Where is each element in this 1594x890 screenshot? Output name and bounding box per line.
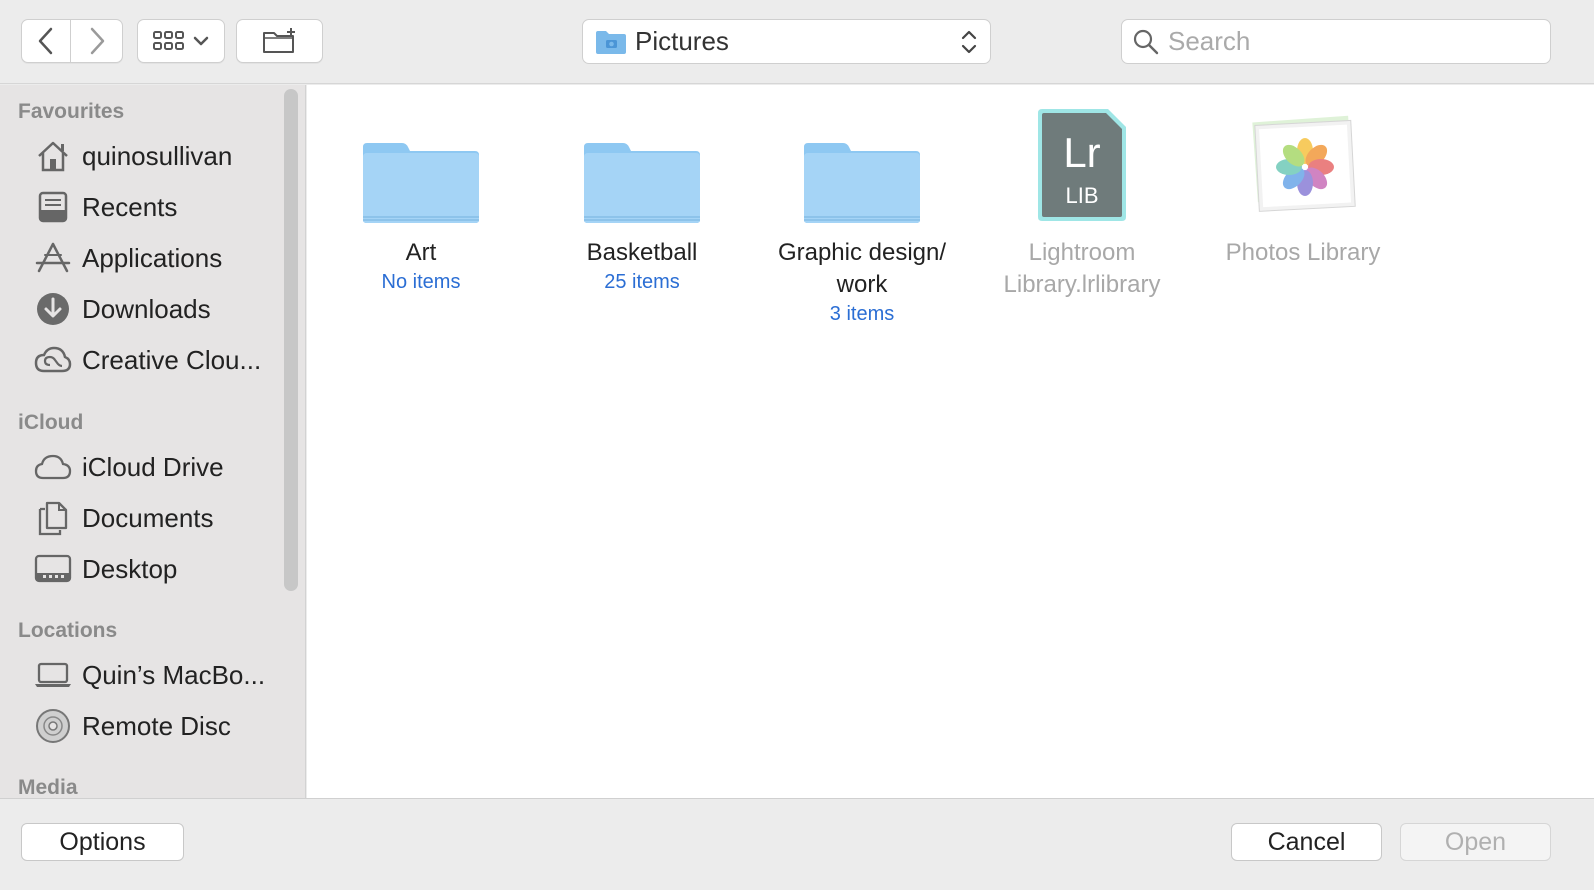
sidebar-item-documents[interactable]: Documents <box>30 496 280 540</box>
folder-icon <box>762 95 962 225</box>
sidebar-item-label: Documents <box>82 502 214 533</box>
pictures-folder-icon <box>596 30 626 54</box>
sidebar-item-creative-cloud[interactable]: Creative Clou... <box>30 338 280 382</box>
file-item-count: 3 items <box>829 303 895 325</box>
sidebar-item-applications[interactable]: Applications <box>30 236 280 280</box>
cancel-button[interactable]: Cancel <box>1231 823 1382 861</box>
recents-icon <box>30 187 76 227</box>
documents-icon <box>30 498 76 538</box>
back-button[interactable] <box>21 19 71 63</box>
toolbar: Pictures <box>0 0 1594 84</box>
sidebar-item-remote-disc[interactable]: Remote Disc <box>30 704 280 748</box>
file-name: Graphic design/ work <box>777 239 947 298</box>
sidebar-item-desktop[interactable]: Desktop <box>30 547 280 591</box>
open-button[interactable]: Open <box>1400 823 1551 861</box>
file-item-lightroom-library[interactable]: Lr LIB Lightroom Library.lrlibrary <box>982 95 1182 301</box>
laptop-icon <box>30 655 76 695</box>
view-mode-button[interactable] <box>137 19 225 63</box>
lightroom-library-icon: Lr LIB <box>982 95 1182 225</box>
sidebar-item-downloads[interactable]: Downloads <box>30 287 280 331</box>
bottom-bar: Options Cancel Open <box>0 798 1594 890</box>
downloads-icon <box>30 289 76 329</box>
sidebar-section-media: Media <box>18 776 78 798</box>
sidebar-item-icloud-drive[interactable]: iCloud Drive <box>30 445 280 489</box>
lightroom-badge-top: Lr <box>1063 129 1100 176</box>
file-item-photos-library[interactable]: Photos Library <box>1203 95 1403 269</box>
file-name: Basketball <box>586 239 698 266</box>
cloud-icon <box>30 447 76 487</box>
sidebar-item-label: Downloads <box>82 293 211 324</box>
forward-button[interactable] <box>71 19 123 63</box>
sidebar-section-icloud: iCloud <box>18 411 84 434</box>
creative-cloud-icon <box>30 340 76 380</box>
chevron-left-icon <box>38 27 53 55</box>
new-folder-button[interactable] <box>236 19 323 63</box>
sidebar-scrollbar[interactable] <box>284 89 298 591</box>
sidebar-item-home[interactable]: quinosullivan <box>30 134 280 178</box>
photos-library-icon <box>1203 95 1403 225</box>
desktop-icon <box>30 549 76 589</box>
home-icon <box>30 136 76 176</box>
sidebar-item-label: Applications <box>82 242 223 273</box>
options-button[interactable]: Options <box>21 823 184 861</box>
file-name: Art <box>405 239 437 266</box>
sidebar-item-label: Recents <box>82 191 178 222</box>
sidebar-item-label: Creative Clou... <box>82 344 262 375</box>
chevron-right-icon <box>90 27 104 55</box>
search-input[interactable] <box>1168 26 1528 57</box>
chevron-down-icon <box>193 36 209 46</box>
sidebar-item-macbook[interactable]: Quin’s MacBo... <box>30 653 280 697</box>
file-item-folder[interactable]: Art No items <box>321 95 521 294</box>
icon-view-grid-icon <box>153 31 184 50</box>
file-name: Lightroom Library.lrlibrary <box>1003 239 1161 298</box>
sidebar-item-label: Desktop <box>82 553 178 584</box>
file-browser-content: Art No items Basketball 25 items Graphic… <box>307 85 1594 798</box>
sidebar-section-locations: Locations <box>18 619 118 642</box>
sidebar-section-favourites: Favourites <box>18 100 125 123</box>
applications-icon <box>30 238 76 278</box>
file-item-count: 25 items <box>604 271 680 293</box>
file-item-folder[interactable]: Graphic design/ work 3 items <box>762 95 962 326</box>
sidebar-item-label: Remote Disc <box>82 710 231 741</box>
file-name: Photos Library <box>1225 239 1381 266</box>
sidebar-item-label: Quin’s MacBo... <box>82 659 266 690</box>
sidebar: Favourites quinosullivan Recents Applica… <box>0 85 306 798</box>
file-item-count: No items <box>381 271 461 293</box>
folder-icon <box>321 95 521 225</box>
new-folder-icon <box>262 28 295 53</box>
sidebar-item-label: iCloud Drive <box>82 451 224 482</box>
folder-icon <box>542 95 742 225</box>
path-label: Pictures <box>635 26 729 56</box>
sidebar-item-label: quinosullivan <box>82 140 233 171</box>
search-field[interactable] <box>1121 19 1551 64</box>
path-popup-button[interactable]: Pictures <box>582 19 991 64</box>
disc-icon <box>30 706 76 746</box>
lightroom-badge-bottom: LIB <box>1065 183 1098 208</box>
file-item-folder[interactable]: Basketball 25 items <box>542 95 742 294</box>
search-icon <box>1133 29 1159 54</box>
updown-arrows-icon <box>961 30 977 54</box>
sidebar-item-recents[interactable]: Recents <box>30 185 280 229</box>
